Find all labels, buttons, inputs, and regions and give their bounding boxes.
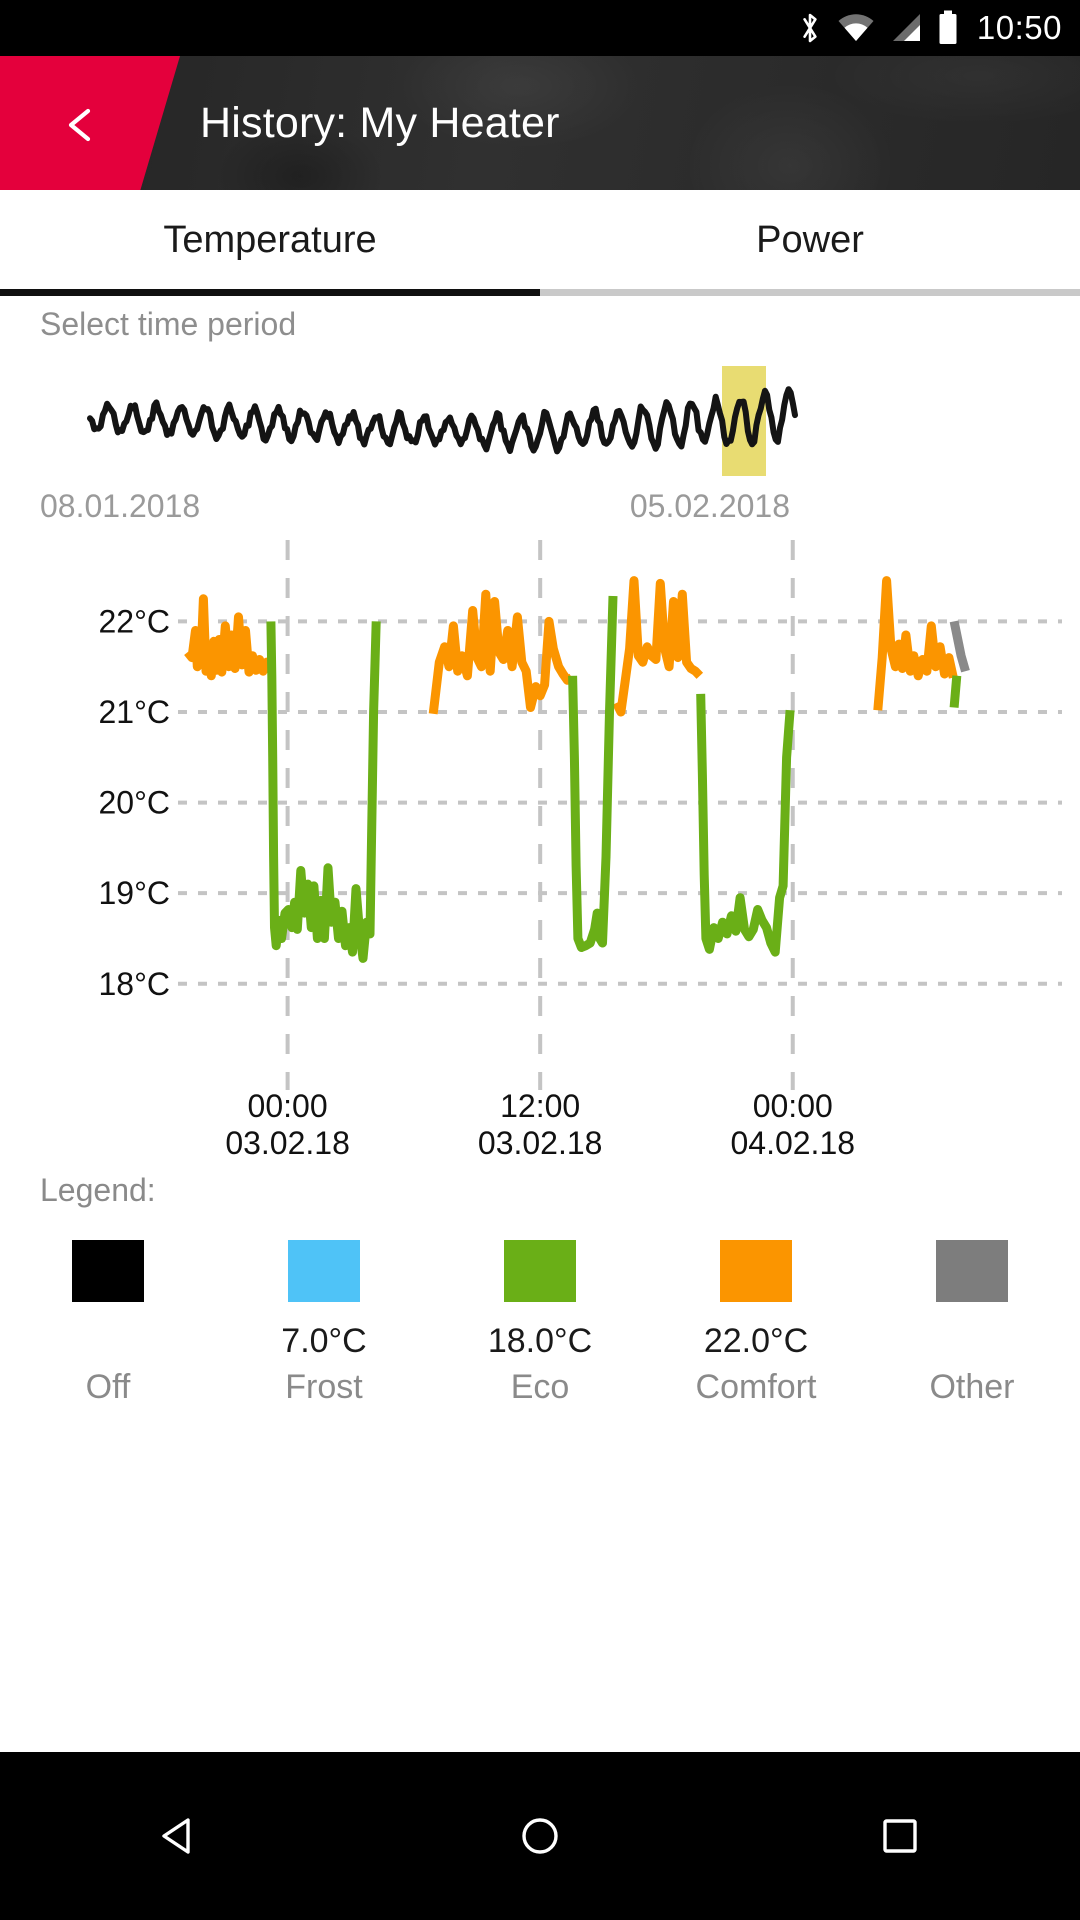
chart-series-layer <box>184 576 970 963</box>
time-period-sparkline[interactable] <box>0 358 1080 483</box>
chart-series-comfort <box>612 576 704 717</box>
chart-series-eco <box>949 675 962 708</box>
nav-back-button[interactable] <box>105 1752 255 1920</box>
x-axis-tick-2: 00:00 04.02.18 <box>730 1088 855 1162</box>
nav-home-button[interactable] <box>465 1752 615 1920</box>
y-axis-tick-label: 22°C <box>99 603 171 639</box>
x-axis-tick-labels: 00:00 03.02.18 12:00 03.02.18 00:00 04.02.18 <box>0 1078 1080 1208</box>
legend-item-other: Other <box>864 1240 1080 1407</box>
chart-svg[interactable]: 22°C 21°C 20°C 19°C 18°C <box>0 540 1080 1160</box>
legend-swatch-eco <box>504 1240 576 1302</box>
legend-name-frost: Frost <box>285 1368 363 1406</box>
select-time-period-label: Select time period <box>40 306 297 342</box>
chart-series-comfort <box>184 594 275 681</box>
chart-series-eco <box>568 595 618 952</box>
y-axis-tick-label: 21°C <box>99 694 171 730</box>
legend-value-comfort: 22.0°C <box>703 1322 809 1360</box>
status-bar: 10:50 <box>0 0 1080 56</box>
x-axis-tick-time: 00:00 <box>247 1088 328 1124</box>
nav-recents-button[interactable] <box>825 1752 975 1920</box>
tab-power-indicator <box>540 289 1080 296</box>
tab-temperature-indicator <box>0 289 540 296</box>
legend-title: Legend: <box>40 1172 156 1208</box>
legend-item-off: Off <box>0 1240 216 1407</box>
y-axis-tick-label: 20°C <box>99 785 171 821</box>
legend-item-frost: 7.0°C Frost <box>216 1240 432 1407</box>
back-triangle-icon <box>162 1818 190 1854</box>
system-navigation-bar <box>0 1752 1080 1920</box>
y-axis-tick-labels: 22°C 21°C 20°C 19°C 18°C <box>99 603 171 1001</box>
home-circle-icon <box>522 1818 558 1854</box>
legend-item-comfort: 22.0°C Comfort <box>648 1240 864 1407</box>
range-start-date: 08.01.2018 <box>40 488 201 524</box>
tab-power[interactable]: Power <box>540 190 1080 296</box>
legend-swatch-off <box>72 1240 144 1302</box>
bluetooth-icon <box>797 10 823 46</box>
app-header: History: My Heater <box>0 56 1080 190</box>
chart-series-comfort <box>873 576 958 711</box>
legend-swatch-frost <box>288 1240 360 1302</box>
tab-temperature[interactable]: Temperature <box>0 190 540 296</box>
legend-item-eco: 18.0°C Eco <box>432 1240 648 1407</box>
recents-square-icon <box>883 1819 917 1853</box>
legend-value-frost: 7.0°C <box>281 1322 367 1360</box>
legend-name-eco: Eco <box>510 1368 570 1406</box>
temperature-history-chart[interactable]: 22°C 21°C 20°C 19°C 18°C <box>0 540 1080 1160</box>
battery-icon <box>937 10 959 46</box>
tab-power-label: Power <box>756 218 864 261</box>
range-end-date: 05.02.2018 <box>629 488 790 524</box>
y-axis-tick-label: 19°C <box>99 875 171 911</box>
x-axis-tick-time: 12:00 <box>500 1088 581 1124</box>
legend-name-comfort: Comfort <box>695 1368 817 1406</box>
status-clock: 10:50 <box>976 9 1062 46</box>
legend-swatch-other <box>936 1240 1008 1302</box>
page-title: History: My Heater <box>200 98 560 147</box>
x-axis-tick-1: 12:00 03.02.18 <box>478 1088 603 1162</box>
x-axis-tick-date: 04.02.18 <box>730 1125 856 1161</box>
legend-name-other: Other <box>929 1368 1015 1406</box>
legend-value-eco: 18.0°C <box>487 1322 593 1360</box>
x-axis-tick-date: 03.02.18 <box>225 1125 350 1161</box>
x-axis-tick-0: 00:00 03.02.18 <box>225 1088 350 1162</box>
legend: Off 7.0°C Frost 18.0°C Eco 22.0°C Comfor… <box>0 1240 1080 1407</box>
tab-temperature-label: Temperature <box>163 218 377 261</box>
y-axis-tick-label: 18°C <box>99 966 171 1002</box>
tab-bar: Temperature Power <box>0 190 1080 296</box>
chart-series-other <box>949 620 970 673</box>
x-axis-tick-time: 00:00 <box>752 1088 833 1124</box>
sparkline-path <box>87 386 798 455</box>
chevron-left-icon <box>68 108 91 142</box>
legend-name-off: Off <box>85 1368 131 1406</box>
cellular-signal-icon <box>889 13 923 43</box>
wifi-icon <box>837 13 875 43</box>
chart-series-comfort <box>428 589 575 715</box>
sparkline-svg[interactable] <box>0 358 1080 483</box>
x-axis-tick-date: 03.02.18 <box>477 1125 603 1161</box>
legend-swatch-comfort <box>720 1240 792 1302</box>
chart-series-eco <box>696 693 795 957</box>
